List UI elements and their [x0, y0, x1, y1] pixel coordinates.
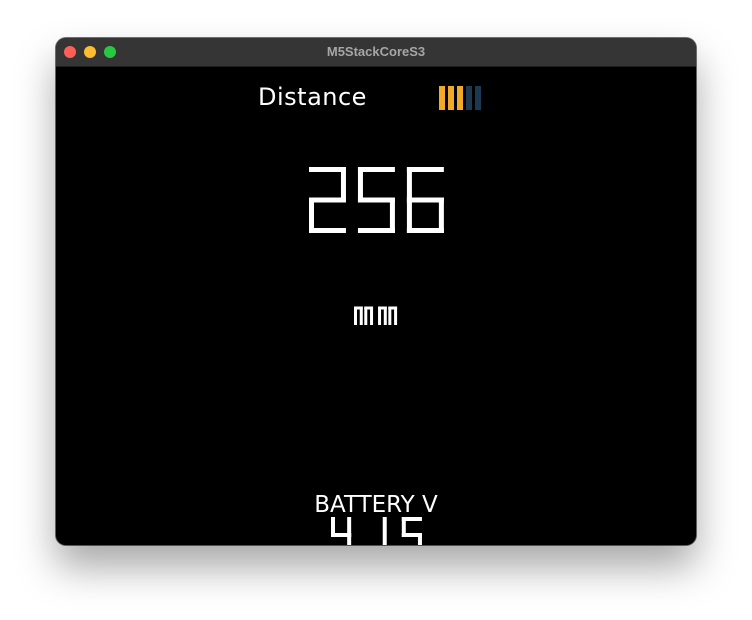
signal-bar — [448, 86, 454, 110]
segment-display — [308, 167, 444, 233]
distance-unit — [56, 291, 696, 330]
signal-bar — [475, 86, 481, 110]
signal-bar — [457, 86, 463, 110]
distance-value — [56, 167, 696, 238]
app-window: M5StackCoreS3 Distance BATTERY V — [56, 38, 696, 545]
battery-label: BATTERY V — [314, 492, 438, 518]
distance-value-text — [308, 167, 444, 237]
segment-digit — [357, 167, 395, 233]
segment-display — [330, 517, 422, 545]
segment-digit — [406, 167, 444, 233]
signal-bar — [439, 86, 445, 110]
device-screen: Distance BATTERY V — [56, 67, 696, 545]
segment-digit — [330, 517, 351, 545]
segment-digit — [354, 306, 374, 325]
segment-digit — [401, 517, 422, 545]
distance-unit-text — [354, 306, 398, 329]
segment-digit — [308, 167, 346, 233]
signal-bar — [466, 86, 472, 110]
distance-label: Distance — [258, 83, 367, 111]
window-title: M5StackCoreS3 — [326, 44, 426, 59]
title-bar: M5StackCoreS3 — [56, 38, 696, 67]
segment-display — [354, 306, 398, 325]
segment-digit — [378, 306, 398, 325]
battery-value-text — [330, 517, 422, 545]
battery-value — [56, 517, 696, 545]
